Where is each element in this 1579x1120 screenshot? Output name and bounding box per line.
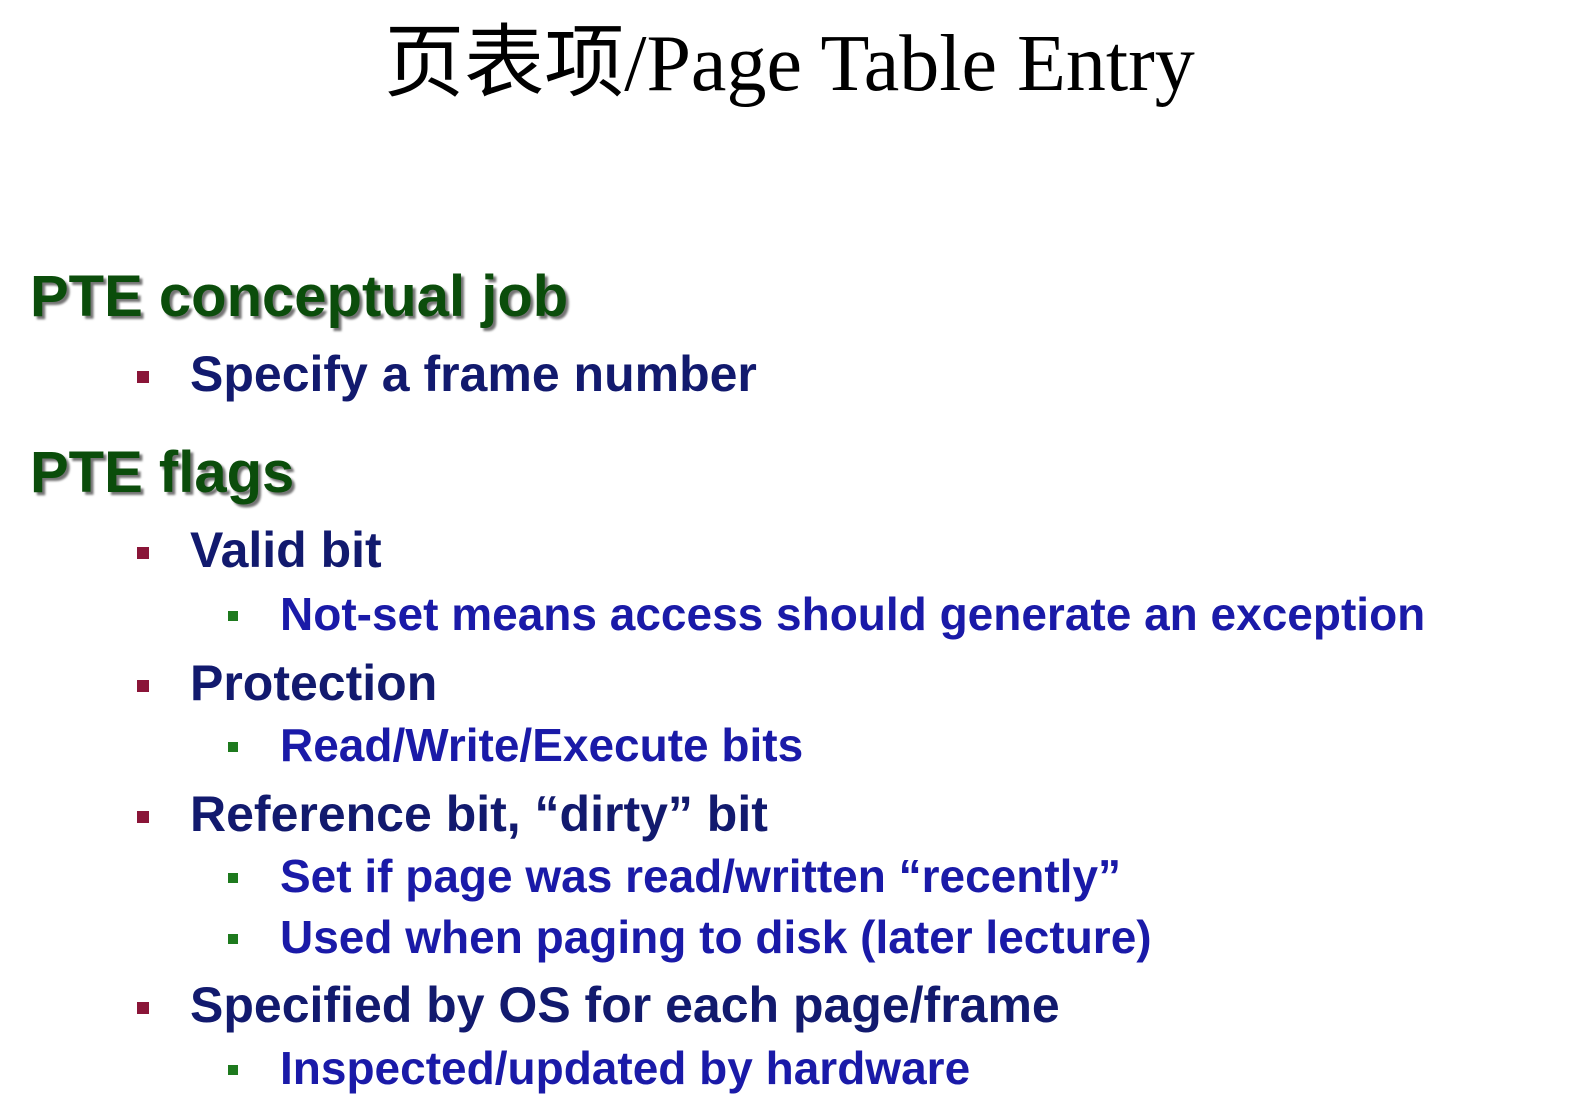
bullet-square-icon	[137, 371, 149, 383]
section-heading-conceptual-job: PTE conceptual job	[30, 264, 569, 329]
bullet-square-icon	[228, 1065, 238, 1075]
sub-list-item: Inspected/updated by hardware	[280, 1042, 971, 1094]
sub-list-item: Not-set means access should generate an …	[280, 588, 1426, 640]
bullet-square-icon	[137, 811, 149, 823]
list-item: Specified by OS for each page/frame	[190, 977, 1060, 1033]
bullet-square-icon	[228, 873, 238, 883]
section-heading-pte-flags: PTE flags	[30, 440, 295, 505]
list-item: Specify a frame number	[190, 346, 757, 402]
bullet-square-icon	[137, 680, 149, 692]
sub-list-item: Read/Write/Execute bits	[280, 719, 804, 771]
list-item: Reference bit, “dirty” bit	[190, 786, 768, 842]
bullet-square-icon	[228, 611, 238, 621]
slide: 页表项/Page Table Entry PTE conceptual job …	[0, 0, 1579, 1120]
list-item: Protection	[190, 655, 438, 711]
sub-list-item: Set if page was read/written “recently”	[280, 850, 1122, 902]
bullet-square-icon	[228, 742, 238, 752]
sub-list-item: Used when paging to disk (later lecture)	[280, 911, 1152, 963]
slide-title: 页表项/Page Table Entry	[384, 20, 1195, 108]
bullet-square-icon	[228, 934, 238, 944]
bullet-square-icon	[137, 1002, 149, 1014]
bullet-square-icon	[137, 547, 149, 559]
list-item: Valid bit	[190, 522, 382, 578]
